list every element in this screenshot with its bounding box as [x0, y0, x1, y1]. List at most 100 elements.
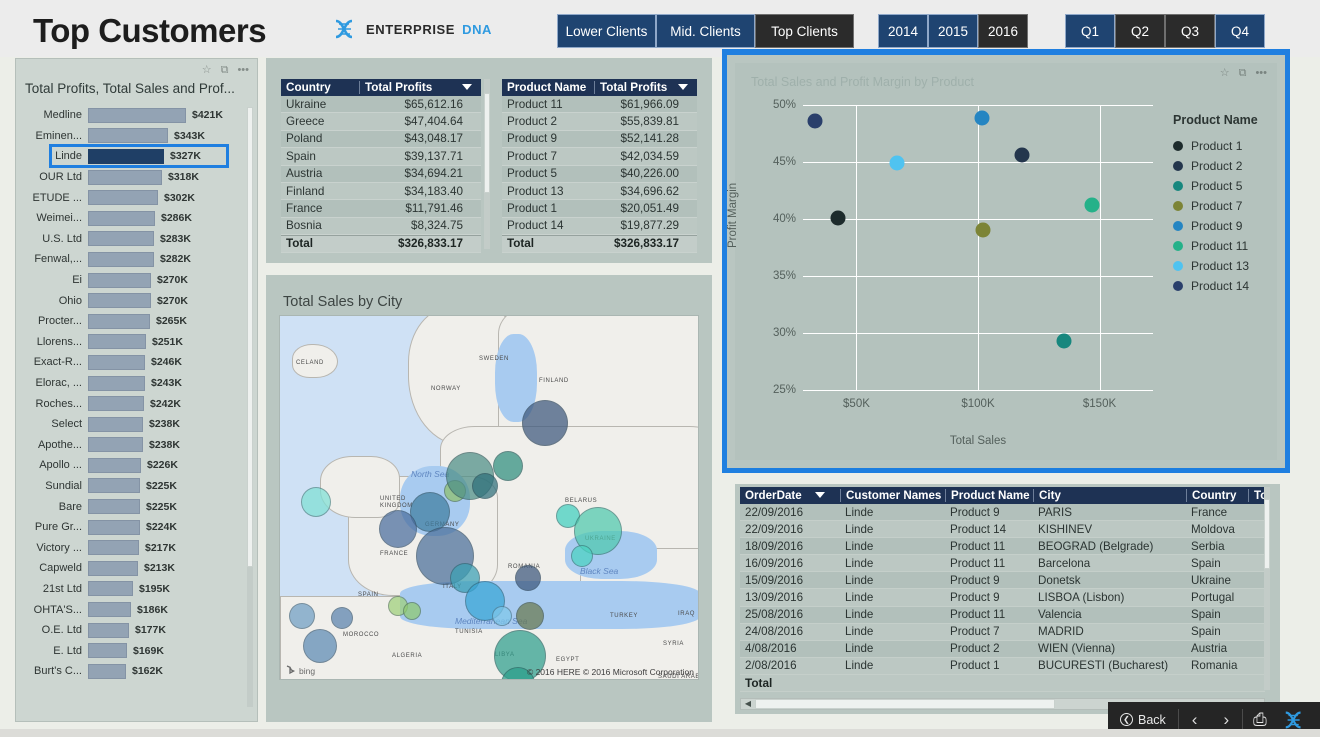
- customer-bar-row[interactable]: Capweld $213K: [20, 558, 252, 579]
- country-sort-caret-icon[interactable]: [462, 84, 472, 90]
- customer-bar-row[interactable]: Eminen... $343K: [20, 126, 252, 147]
- product-sort-caret-icon[interactable]: [678, 84, 688, 90]
- customer-bar-row[interactable]: Exact-R... $246K: [20, 352, 252, 373]
- table-row[interactable]: Spain $39,137.71: [281, 148, 481, 166]
- scroll-left-arrow-icon[interactable]: ◀: [742, 699, 754, 709]
- button-top-clients[interactable]: Top Clients: [755, 14, 854, 48]
- map-bubble[interactable]: [493, 451, 523, 481]
- customer-bar-row[interactable]: Burt's C... $162K: [20, 661, 252, 682]
- map-bubble[interactable]: [289, 603, 315, 629]
- table-row[interactable]: 24/08/2016 Linde Product 7 MADRID Spain: [740, 623, 1265, 641]
- customer-bar-row[interactable]: E. Ltd $169K: [20, 640, 252, 661]
- map-bubble[interactable]: [403, 602, 421, 620]
- table-row[interactable]: 13/09/2016 Linde Product 9 LISBOA (Lisbon) P…: [740, 589, 1265, 607]
- column-header-city[interactable]: City: [1033, 489, 1186, 502]
- button-quarter-q2[interactable]: Q2: [1115, 14, 1165, 48]
- scatter-data-point[interactable]: [830, 210, 846, 226]
- customer-bar-row[interactable]: O.E. Ltd $177K: [20, 620, 252, 641]
- client-segment-buttons[interactable]: Lower Clients Mid. Clients Top Clients: [557, 14, 854, 48]
- sales-profit-margin-scatter-panel[interactable]: ☆ ⧉ ••• Total Sales and Profit Margin by…: [722, 50, 1290, 473]
- customer-bar-row[interactable]: Linde $327K: [20, 146, 252, 167]
- customer-bar-row[interactable]: Pure Gr... $224K: [20, 517, 252, 538]
- button-quarter-q1[interactable]: Q1: [1065, 14, 1115, 48]
- table-row[interactable]: 15/09/2016 Linde Product 9 Donetsk Ukraine: [740, 572, 1265, 590]
- customer-bar-list[interactable]: Medline $421K Eminen... $343K Linde $327K OUR …: [20, 105, 252, 715]
- table-row[interactable]: 4/08/2016 Linde Product 2 WIEN (Vienna) Aust…: [740, 640, 1265, 658]
- legend-item[interactable]: Product 5: [1173, 176, 1258, 196]
- customer-bar-row[interactable]: Ohio $270K: [20, 290, 252, 311]
- customer-bar-row[interactable]: Weimei... $286K: [20, 208, 252, 229]
- legend-item-list[interactable]: Product 1 Product 2 Product 5 Product 7 Prod…: [1173, 136, 1258, 296]
- column-header-customer-names[interactable]: Customer Names: [840, 489, 945, 502]
- table-row[interactable]: Product 14 $19,877.29: [502, 217, 697, 236]
- customer-bar-row[interactable]: Victory ... $217K: [20, 537, 252, 558]
- scatter-data-point[interactable]: [974, 110, 990, 126]
- legend-item[interactable]: Product 11: [1173, 236, 1258, 256]
- map-bubble[interactable]: [379, 510, 417, 548]
- pin-icon[interactable]: ☆: [1220, 68, 1230, 79]
- year-filter-buttons[interactable]: 2014 2015 2016: [878, 14, 1028, 48]
- table-row[interactable]: 22/09/2016 Linde Product 9 PARIS France: [740, 504, 1265, 522]
- left-panel-scrollbar[interactable]: [247, 107, 253, 707]
- customer-bar-row[interactable]: Llorens... $251K: [20, 332, 252, 353]
- focus-mode-icon[interactable]: ⧉: [221, 65, 229, 76]
- column-header-product-name[interactable]: Product Name: [502, 81, 594, 94]
- table-row[interactable]: Product 9 $52,141.28: [502, 130, 697, 149]
- map-bubble[interactable]: [472, 473, 498, 499]
- pin-icon[interactable]: ☆: [202, 65, 212, 76]
- button-quarter-q4[interactable]: Q4: [1215, 14, 1265, 48]
- customer-bar-row[interactable]: U.S. Ltd $283K: [20, 229, 252, 250]
- table-row[interactable]: 22/09/2016 Linde Product 14 KISHINEV Moldova: [740, 521, 1265, 539]
- customer-bar-row[interactable]: Roches... $242K: [20, 393, 252, 414]
- map-bubble[interactable]: [492, 606, 512, 626]
- map-bubble[interactable]: [301, 487, 331, 517]
- table-row[interactable]: Product 2 $55,839.81: [502, 113, 697, 131]
- focus-mode-icon[interactable]: ⧉: [1239, 68, 1247, 79]
- customer-bar-row[interactable]: Elorac, ... $243K: [20, 373, 252, 394]
- scrollbar-thumb[interactable]: [247, 107, 253, 567]
- customer-bar-row[interactable]: Fenwal,... $282K: [20, 249, 252, 270]
- customer-bar-row[interactable]: OUR Ltd $318K: [20, 167, 252, 188]
- customer-bar-row[interactable]: Bare $225K: [20, 496, 252, 517]
- table-row[interactable]: Austria $34,694.21: [281, 165, 481, 183]
- button-year-2016[interactable]: 2016: [978, 14, 1028, 48]
- more-options-icon[interactable]: •••: [1255, 68, 1267, 79]
- country-profits-table[interactable]: Country Total Profits Ukraine $65,612.16 G…: [281, 79, 481, 253]
- table-row[interactable]: Ukraine $65,612.16: [281, 96, 481, 114]
- scatter-data-point[interactable]: [1084, 197, 1100, 213]
- legend-item[interactable]: Product 2: [1173, 156, 1258, 176]
- table-row[interactable]: France $11,791.46: [281, 200, 481, 218]
- customer-bar-row[interactable]: 21st Ltd $195K: [20, 579, 252, 600]
- scrollbar-thumb[interactable]: [484, 93, 490, 193]
- scatter-data-point[interactable]: [975, 222, 991, 238]
- orderdate-sort-caret-icon[interactable]: [815, 492, 825, 498]
- map-bubble[interactable]: [571, 545, 593, 567]
- table-row[interactable]: 25/08/2016 Linde Product 11 Valencia Spain: [740, 606, 1265, 624]
- customer-bar-row[interactable]: Apollo ... $226K: [20, 455, 252, 476]
- scatter-panel-header-icons[interactable]: ☆ ⧉ •••: [1220, 68, 1267, 79]
- column-header-country[interactable]: Country: [281, 81, 359, 94]
- column-header-country[interactable]: Country: [1186, 489, 1248, 502]
- table-row[interactable]: Product 13 $34,696.62: [502, 182, 697, 201]
- customer-bar-row[interactable]: Medline $421K: [20, 105, 252, 126]
- scatter-plot-area[interactable]: 25% 30% 35% 40% 45% 50% $50K $100K $150K: [773, 99, 1153, 410]
- table-row[interactable]: Poland $43,048.17: [281, 130, 481, 149]
- table-row[interactable]: Finland $34,183.40: [281, 182, 481, 201]
- table-row[interactable]: Greece $47,404.64: [281, 113, 481, 131]
- scatter-legend[interactable]: Product Name Product 1 Product 2 Product 5…: [1173, 113, 1258, 296]
- button-year-2014[interactable]: 2014: [878, 14, 928, 48]
- table-row[interactable]: 2/08/2016 Linde Product 1 BUCURESTI (Buchar…: [740, 657, 1265, 675]
- legend-item[interactable]: Product 1: [1173, 136, 1258, 156]
- table-row[interactable]: Product 5 $40,226.00: [502, 165, 697, 183]
- scatter-data-point[interactable]: [807, 113, 823, 129]
- customer-bar-row[interactable]: OHTA'S... $186K: [20, 599, 252, 620]
- legend-item[interactable]: Product 13: [1173, 256, 1258, 276]
- left-panel-header-icons[interactable]: ☆ ⧉ •••: [202, 65, 249, 76]
- button-lower-clients[interactable]: Lower Clients: [557, 14, 656, 48]
- map-bubble[interactable]: [515, 565, 541, 591]
- scatter-data-point[interactable]: [889, 155, 905, 171]
- customer-bar-row[interactable]: ETUDE ... $302K: [20, 187, 252, 208]
- scatter-data-point[interactable]: [1014, 147, 1030, 163]
- product-profits-table[interactable]: Product Name Total Profits Product 11 $61…: [502, 79, 697, 253]
- detail-table-scrollbar[interactable]: [1264, 487, 1270, 690]
